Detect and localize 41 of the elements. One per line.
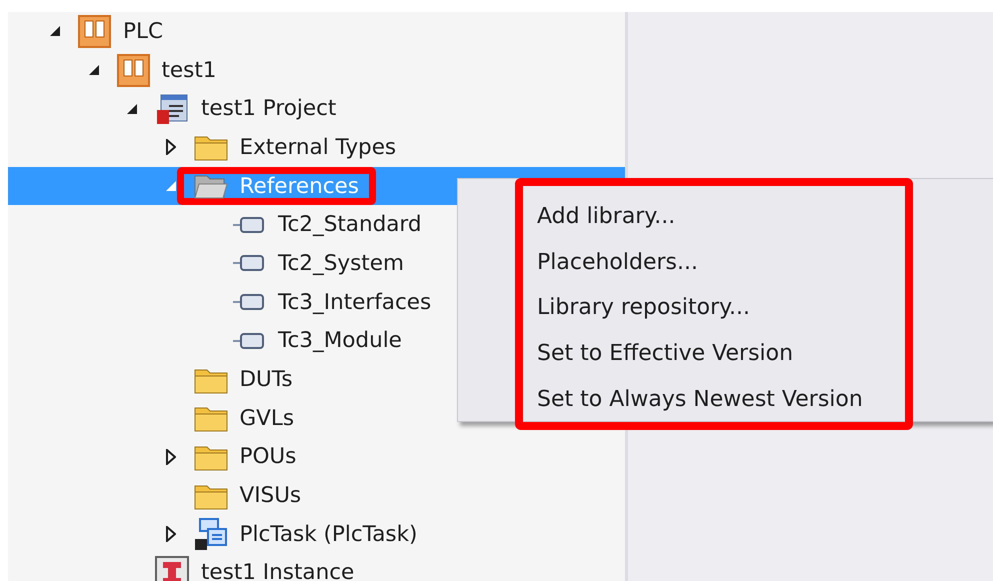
tree-item-label: test1 Instance — [201, 560, 354, 581]
tree-item-label: Tc2_System — [278, 250, 404, 276]
library-icon — [232, 253, 266, 274]
tree-item[interactable]: PlcTask (PlcTask) — [8, 514, 625, 554]
tree-item-label: PLC — [123, 18, 163, 44]
expand-triangle-icon[interactable] — [166, 526, 176, 542]
tree-item-label: DUTs — [240, 367, 293, 392]
project-file-icon — [155, 92, 189, 126]
tree-item-label: Tc2_Standard — [278, 212, 422, 238]
tree-item[interactable]: test1 — [8, 50, 625, 90]
tree-item[interactable]: POUs — [8, 438, 625, 476]
tree-item-label: PlcTask (PlcTask) — [240, 522, 418, 547]
tree-item[interactable]: VISUs — [8, 476, 625, 515]
tree-item-label: test1 — [162, 58, 216, 83]
tree-item[interactable]: test1 Instance — [8, 554, 625, 581]
menu-item[interactable]: Set to Effective Version — [537, 330, 905, 376]
plc-module-icon — [116, 54, 150, 87]
tree-item-label: Tc3_Interfaces — [278, 290, 432, 315]
library-icon — [232, 292, 266, 312]
menu-item[interactable]: Set to Always Newest Version — [537, 376, 905, 422]
menu-item[interactable]: Library repository... — [537, 285, 905, 331]
tree-item[interactable]: External Types — [8, 128, 625, 167]
expand-triangle-icon[interactable] — [166, 139, 176, 156]
library-icon — [232, 330, 266, 351]
tree-item[interactable]: PLC — [8, 12, 625, 51]
tree-item-label: References — [240, 174, 359, 199]
task-icon — [194, 517, 228, 552]
collapse-triangle-icon[interactable] — [126, 102, 138, 115]
menu-item[interactable]: Placeholders... — [537, 240, 905, 286]
tree-item-label: POUs — [240, 444, 296, 470]
tree-item-label: External Types — [240, 134, 396, 160]
tree-item-label: Tc3_Module — [278, 328, 402, 354]
collapse-triangle-icon[interactable] — [88, 64, 100, 76]
plc-module-icon — [78, 14, 111, 48]
expand-triangle-icon[interactable] — [166, 448, 176, 465]
tree-item[interactable]: test1 Project — [8, 89, 625, 128]
tree-item-label: test1 Project — [201, 96, 336, 122]
library-icon — [232, 214, 266, 235]
tree-item-label: GVLs — [240, 406, 294, 431]
collapse-triangle-icon[interactable] — [49, 25, 61, 38]
tree-item-label: VISUs — [240, 483, 302, 508]
